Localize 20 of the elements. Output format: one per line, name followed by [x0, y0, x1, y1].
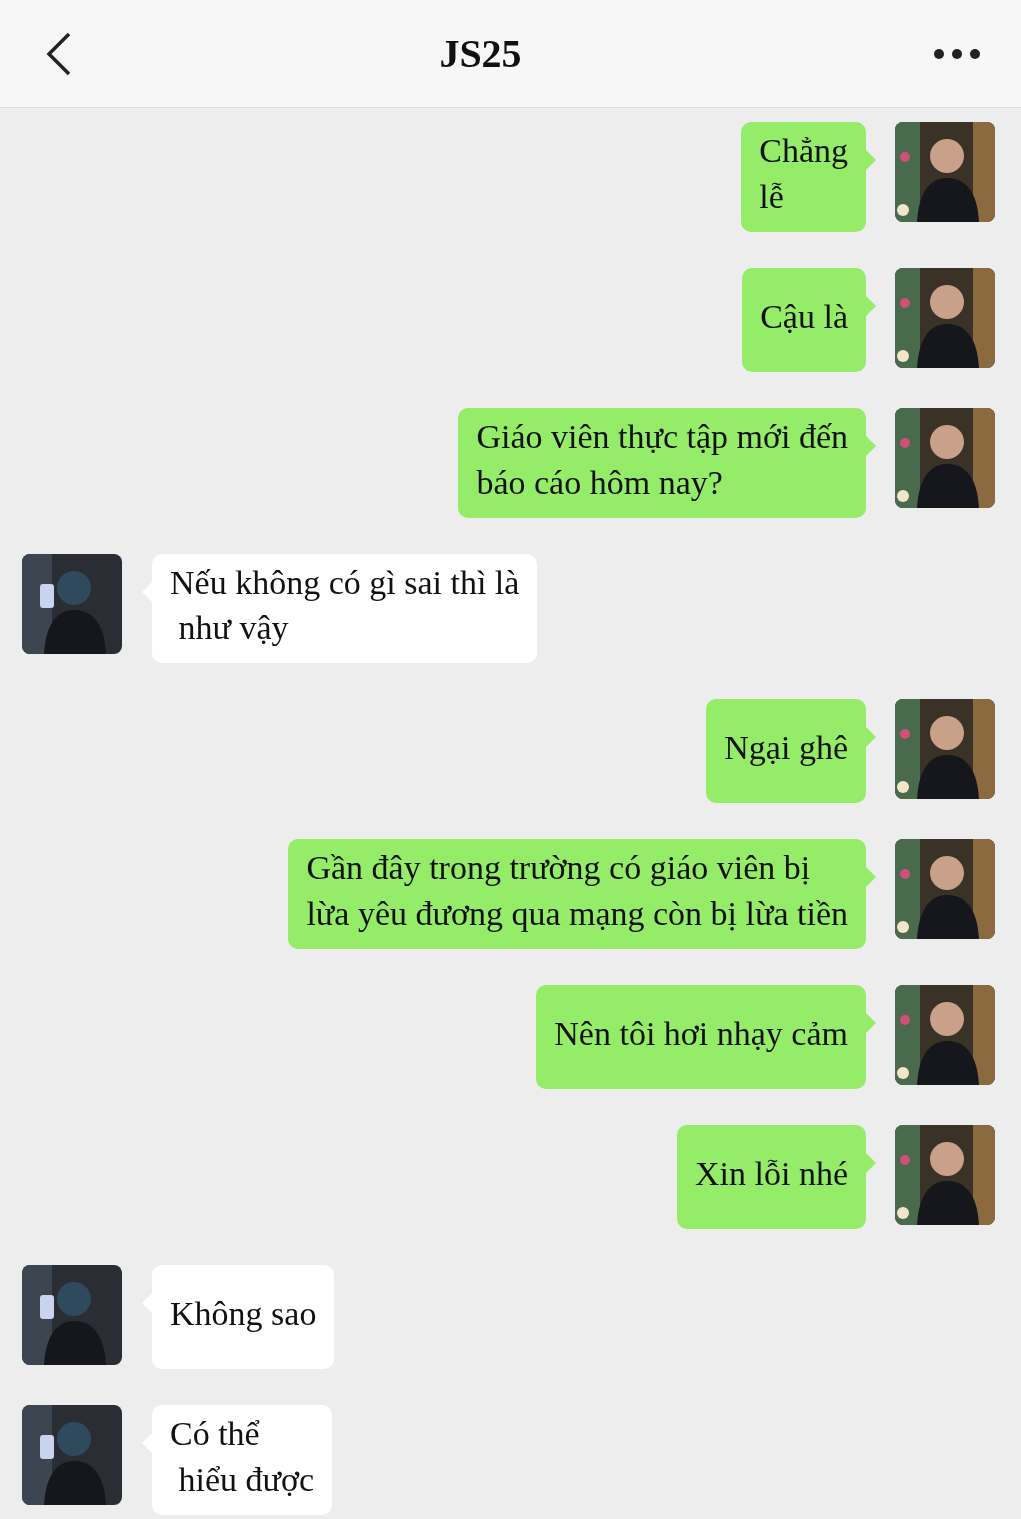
more-icon — [933, 47, 981, 60]
sent-message: Chẳng lễ — [741, 122, 866, 232]
sent-message: Giáo viên thực tập mới đến báo cáo hôm nay? — [458, 407, 866, 518]
sent-message: Nên tôi hơi nhạy cảm — [536, 985, 866, 1090]
sent-message: Gần đây trong trường có giáo viên bị lừa yêu đương qua mạng còn bị lừa tiền — [288, 839, 866, 950]
bubble-tail — [866, 1013, 876, 1034]
sent-message: Xin lỗi nhé — [677, 1125, 866, 1230]
bubble-tail — [866, 1153, 876, 1174]
bubble-tail — [866, 435, 876, 456]
bubble-tail — [866, 150, 876, 170]
more-button[interactable] — [933, 47, 981, 60]
bubble-tail — [866, 295, 876, 316]
chat-title: JS25 — [438, 30, 523, 77]
sent-message: Ngại ghê — [706, 699, 866, 804]
bubble-tail — [866, 867, 876, 888]
bubble-tail — [866, 727, 876, 748]
sent-message: Cậu là — [742, 267, 866, 372]
received-message: Có thể hiểu được — [152, 1405, 333, 1515]
received-message: Nếu không có gì sai thì là như vậy — [152, 553, 538, 664]
received-message: Không sao — [152, 1265, 335, 1370]
